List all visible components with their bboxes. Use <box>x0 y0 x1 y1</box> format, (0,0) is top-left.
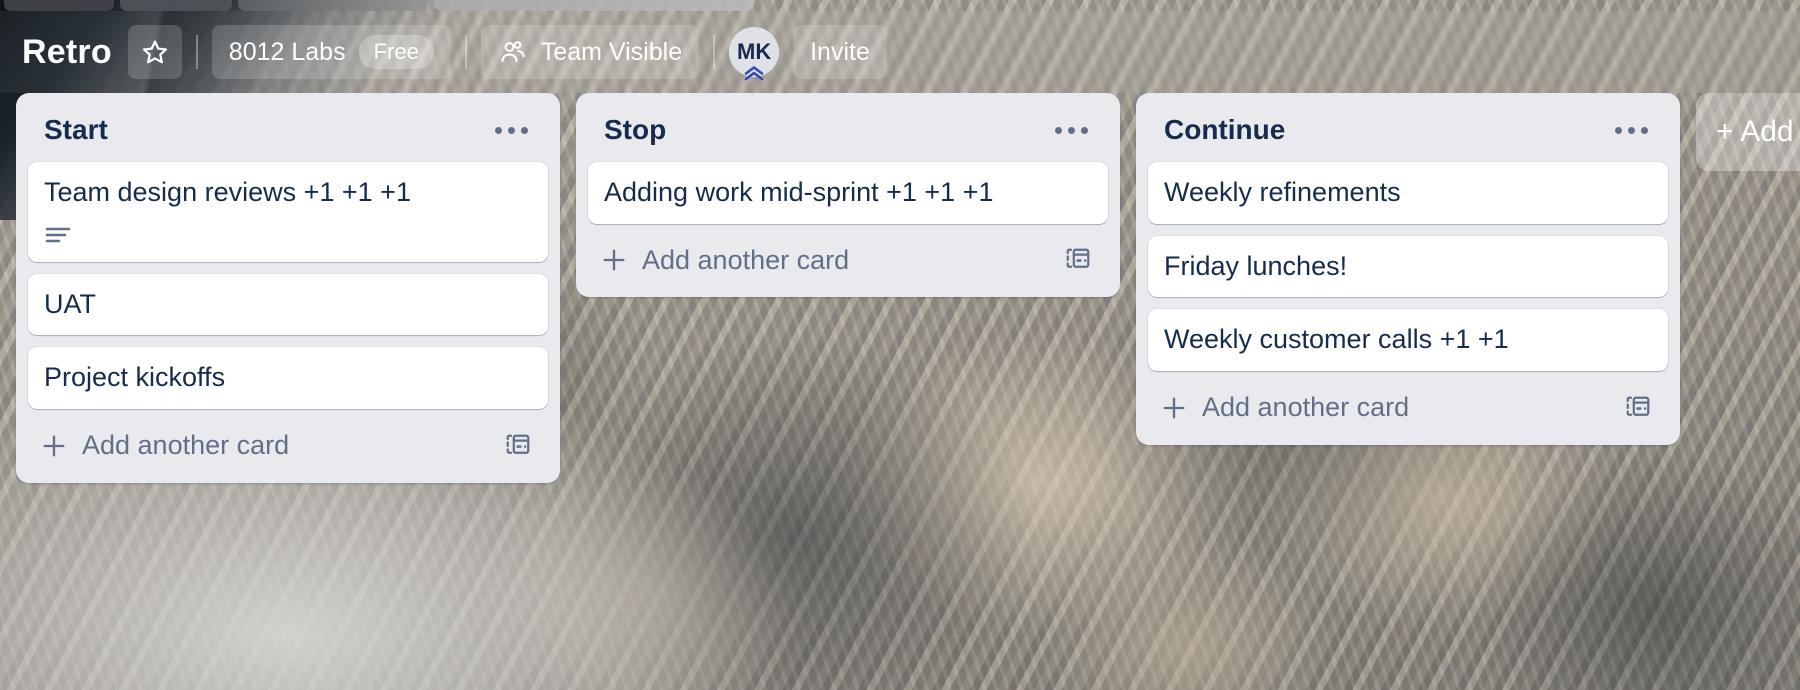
ellipsis-icon[interactable] <box>1051 121 1092 140</box>
board-canvas: Start Team design reviews +1 +1 +1 UAT P… <box>0 93 1800 690</box>
add-card-label: Add another card <box>642 244 850 275</box>
list-header: Start <box>28 103 548 162</box>
visibility-label: Team Visible <box>540 37 683 66</box>
invite-button[interactable]: Invite <box>793 25 887 79</box>
invite-label: Invite <box>810 37 870 66</box>
card-template-icon[interactable] <box>504 432 532 460</box>
list-title: Continue <box>1164 114 1286 145</box>
card-title: Friday lunches! <box>1164 250 1348 281</box>
board-header: Retro 8012 Labs Free Team Visible MK Inv… <box>0 11 1800 93</box>
workspace-name: 8012 Labs <box>228 37 346 66</box>
card-template-icon[interactable] <box>1064 246 1092 274</box>
card-title: Team design reviews +1 +1 +1 <box>44 176 411 207</box>
plus-icon <box>600 246 628 274</box>
add-card-row[interactable]: Add another card <box>28 421 548 473</box>
description-icon <box>44 224 72 246</box>
add-card-button[interactable]: Add another card <box>600 244 850 276</box>
avatar[interactable]: MK <box>729 27 780 81</box>
add-card-button[interactable]: Add another card <box>40 430 290 461</box>
list-title: Stop <box>604 114 667 145</box>
list-header: Stop <box>588 103 1108 162</box>
card[interactable]: Weekly refinements <box>1148 161 1668 224</box>
card-title: Weekly customer calls +1 +1 <box>1164 324 1509 355</box>
list-header: Continue <box>1148 103 1668 162</box>
header-divider <box>195 35 198 69</box>
people-icon <box>498 37 528 67</box>
header-divider <box>464 35 467 69</box>
star-board-button[interactable] <box>127 25 182 79</box>
card[interactable]: UAT <box>28 273 548 336</box>
card-template-icon[interactable] <box>1624 394 1652 422</box>
list-title: Start <box>44 114 108 145</box>
card[interactable]: Adding work mid-sprint +1 +1 +1 <box>588 161 1108 224</box>
list-stop[interactable]: Stop Adding work mid-sprint +1 +1 +1 Add… <box>576 93 1120 298</box>
add-list-button[interactable]: + Add <box>1696 93 1800 171</box>
card-title: Weekly refinements <box>1164 176 1401 207</box>
card-title: UAT <box>44 288 96 319</box>
card-title: Adding work mid-sprint +1 +1 +1 <box>604 176 994 207</box>
ellipsis-icon[interactable] <box>491 121 532 140</box>
plus-icon <box>40 432 68 460</box>
star-icon <box>141 38 169 66</box>
chevron-double-up-icon <box>741 64 767 82</box>
card[interactable]: Project kickoffs <box>28 347 548 410</box>
workspace-button[interactable]: 8012 Labs Free <box>211 25 451 79</box>
avatar-initials: MK <box>737 39 772 64</box>
card[interactable]: Friday lunches! <box>1148 235 1668 298</box>
list-start[interactable]: Start Team design reviews +1 +1 +1 UAT P… <box>16 93 560 483</box>
card[interactable]: Weekly customer calls +1 +1 <box>1148 309 1668 372</box>
card[interactable]: Team design reviews +1 +1 +1 <box>28 161 548 262</box>
add-card-label: Add another card <box>82 430 290 461</box>
board-visibility-button[interactable]: Team Visible <box>480 25 700 79</box>
card-title: Project kickoffs <box>44 362 226 393</box>
trello-board-app: Retro 8012 Labs Free Team Visible MK Inv… <box>0 0 1800 690</box>
page-title: Retro <box>22 32 112 71</box>
add-card-row[interactable]: Add another card <box>1148 383 1668 435</box>
plus-icon <box>1160 394 1188 422</box>
add-card-button[interactable]: Add another card <box>1160 392 1410 423</box>
list-continue[interactable]: Continue Weekly refinements Friday lunch… <box>1136 93 1680 445</box>
ellipsis-icon[interactable] <box>1611 121 1652 140</box>
card-badges <box>44 224 532 248</box>
add-card-row[interactable]: Add another card <box>588 236 1108 288</box>
header-divider <box>713 35 716 69</box>
add-card-label: Add another card <box>1202 392 1410 423</box>
plan-badge: Free <box>358 34 434 70</box>
